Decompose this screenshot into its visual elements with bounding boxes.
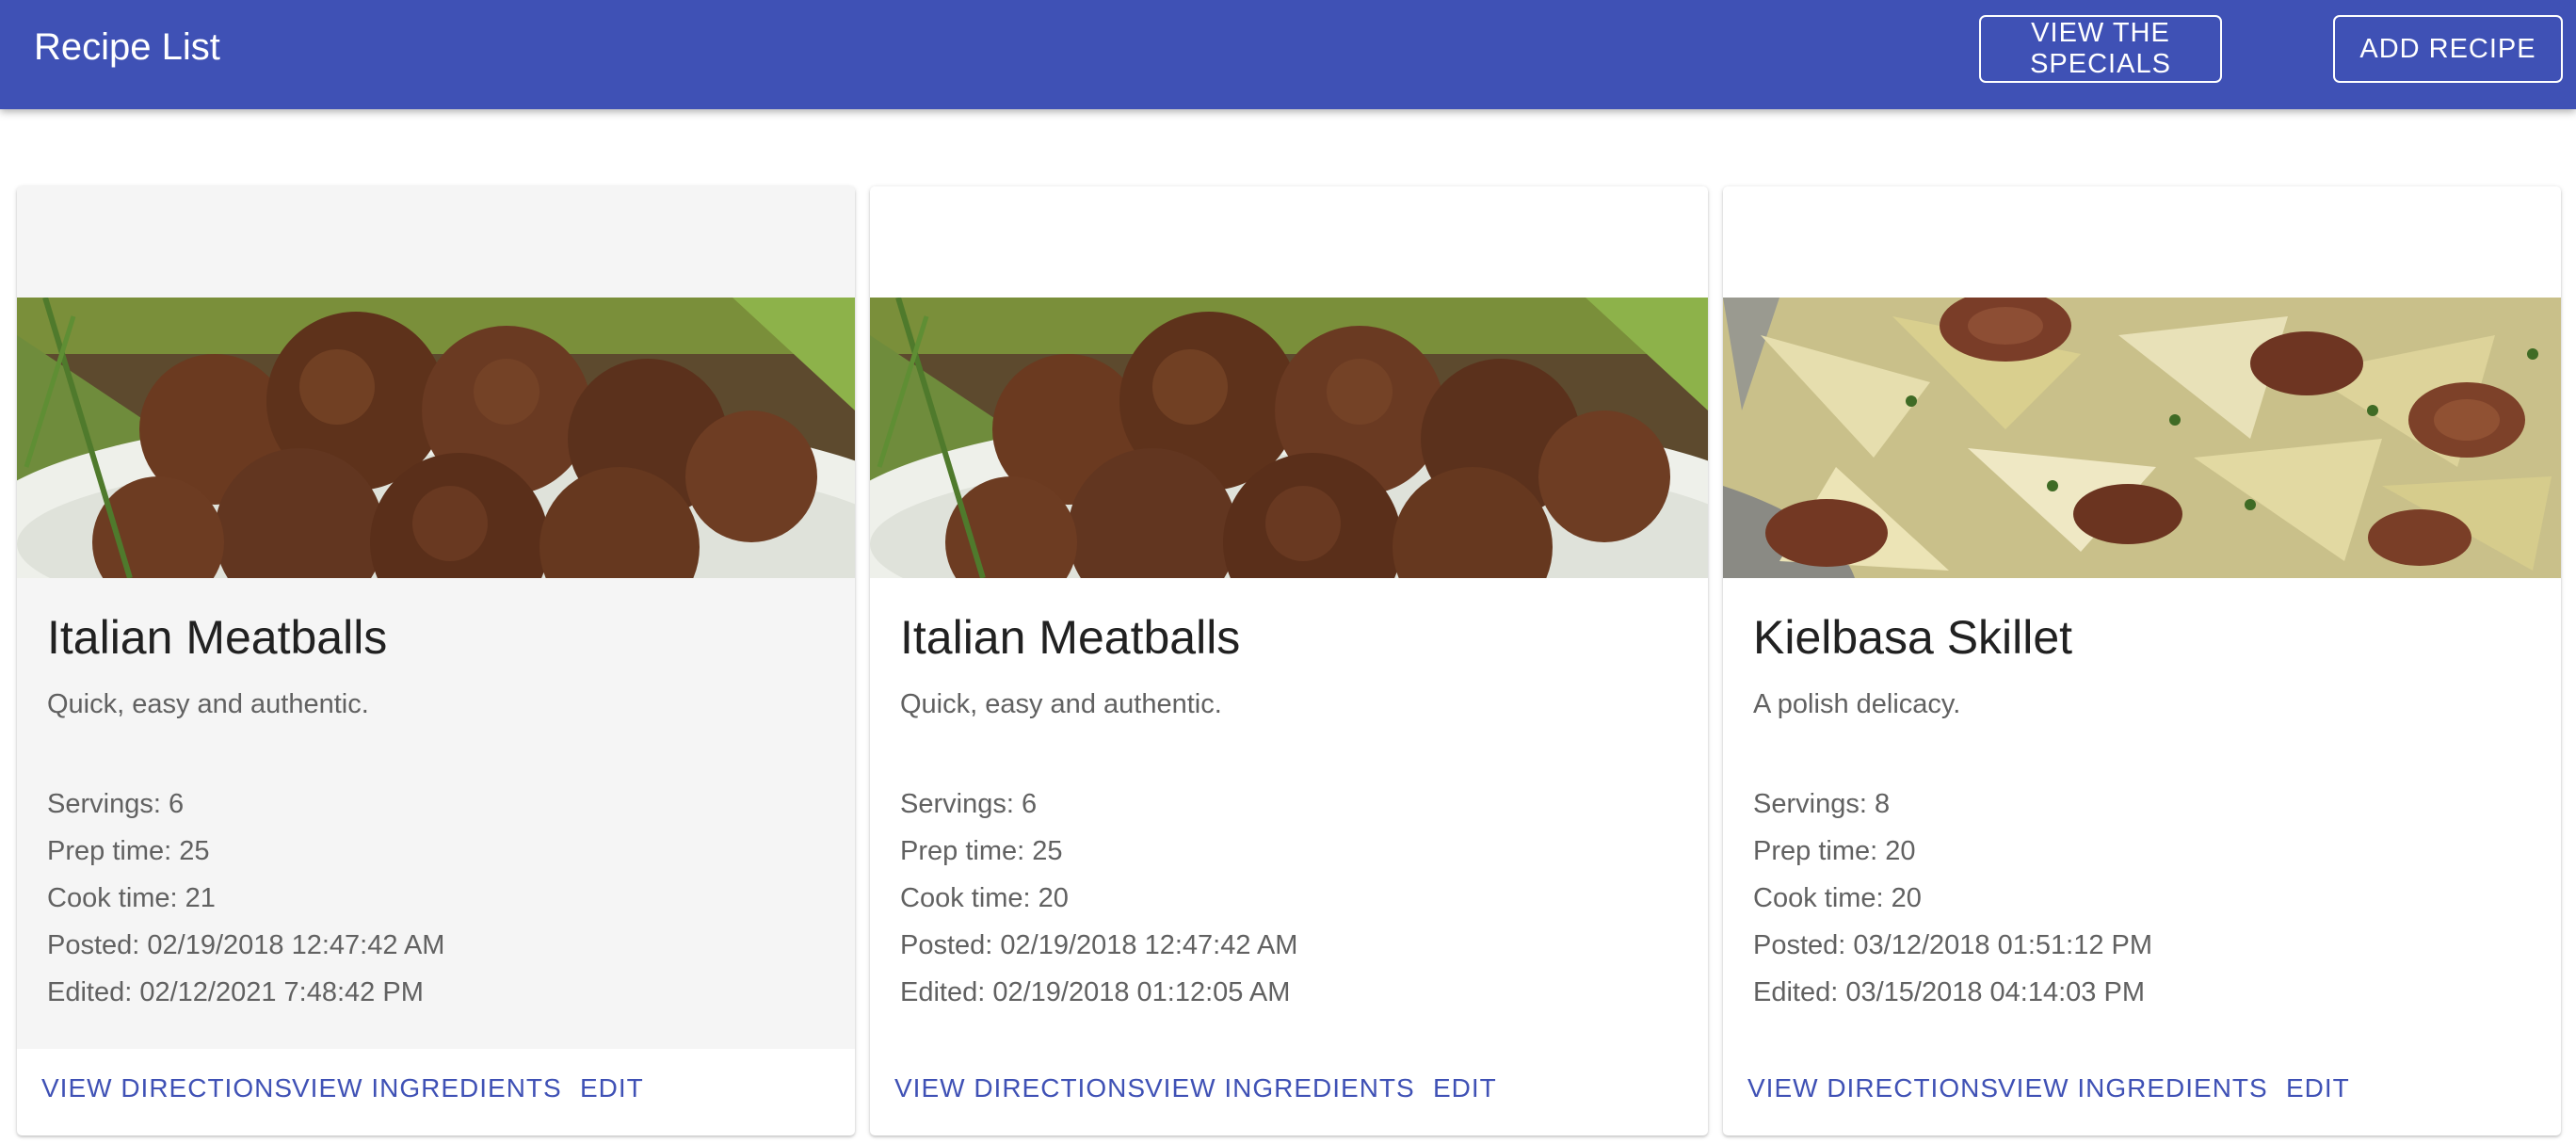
recipe-image-meatballs	[17, 298, 855, 578]
recipe-description: Quick, easy and authentic.	[900, 689, 1222, 719]
add-recipe-button[interactable]: ADD RECIPE	[2333, 15, 2563, 83]
cook-time-text: Cook time: 20	[1753, 883, 1922, 913]
recipe-card-action-area[interactable]: Italian Meatballs Quick, easy and authen…	[870, 186, 1708, 1049]
recipe-description: A polish delicacy.	[1753, 689, 1961, 719]
recipe-card-action-area[interactable]: Kielbasa Skillet A polish delicacy. Serv…	[1723, 186, 2561, 1049]
servings-text: Servings: 8	[1753, 789, 1891, 819]
view-directions-button[interactable]: VIEW DIRECTIONS	[41, 1064, 293, 1113]
view-specials-button[interactable]: VIEW THE SPECIALS	[1979, 15, 2222, 83]
recipe-card: Kielbasa Skillet A polish delicacy. Serv…	[1723, 186, 2561, 1135]
recipe-card-action-area[interactable]: Italian Meatballs Quick, easy and authen…	[17, 186, 855, 1049]
prep-time-text: Prep time: 25	[900, 836, 1063, 866]
view-ingredients-button[interactable]: VIEW INGREDIENTS	[1998, 1064, 2268, 1113]
recipe-description: Quick, easy and authentic.	[47, 689, 369, 719]
recipe-title: Italian Meatballs	[47, 611, 388, 664]
recipe-card-actions: VIEW DIRECTIONS VIEW INGREDIENTS EDIT	[870, 1045, 1708, 1132]
edit-button[interactable]: EDIT	[580, 1064, 644, 1113]
prep-time-text: Prep time: 25	[47, 836, 210, 866]
posted-text: Posted: 02/19/2018 12:47:42 AM	[900, 930, 1298, 960]
recipe-card: Italian Meatballs Quick, easy and authen…	[17, 186, 855, 1135]
recipe-image-meatballs	[870, 298, 1708, 578]
edited-text: Edited: 03/15/2018 04:14:03 PM	[1753, 977, 2145, 1007]
posted-text: Posted: 03/12/2018 01:51:12 PM	[1753, 930, 2153, 960]
edited-text: Edited: 02/19/2018 01:12:05 AM	[900, 977, 1291, 1007]
recipe-title: Italian Meatballs	[900, 611, 1241, 664]
servings-text: Servings: 6	[47, 789, 185, 819]
view-ingredients-button[interactable]: VIEW INGREDIENTS	[1145, 1064, 1415, 1113]
edited-text: Edited: 02/12/2021 7:48:42 PM	[47, 977, 424, 1007]
recipe-card-actions: VIEW DIRECTIONS VIEW INGREDIENTS EDIT	[17, 1045, 855, 1132]
app-bar: Recipe List VIEW THE SPECIALS ADD RECIPE	[0, 0, 2576, 109]
recipe-title: Kielbasa Skillet	[1753, 611, 2073, 664]
recipe-image-kielbasa	[1723, 298, 2561, 578]
posted-text: Posted: 02/19/2018 12:47:42 AM	[47, 930, 445, 960]
view-directions-button[interactable]: VIEW DIRECTIONS	[894, 1064, 1146, 1113]
page-title: Recipe List	[34, 26, 220, 68]
edit-button[interactable]: EDIT	[2286, 1064, 2350, 1113]
cook-time-text: Cook time: 20	[900, 883, 1069, 913]
prep-time-text: Prep time: 20	[1753, 836, 1916, 866]
servings-text: Servings: 6	[900, 789, 1038, 819]
recipe-card-actions: VIEW DIRECTIONS VIEW INGREDIENTS EDIT	[1723, 1045, 2561, 1132]
edit-button[interactable]: EDIT	[1433, 1064, 1497, 1113]
view-ingredients-button[interactable]: VIEW INGREDIENTS	[292, 1064, 562, 1113]
cook-time-text: Cook time: 21	[47, 883, 216, 913]
recipe-card: Italian Meatballs Quick, easy and authen…	[870, 186, 1708, 1135]
view-directions-button[interactable]: VIEW DIRECTIONS	[1747, 1064, 1999, 1113]
